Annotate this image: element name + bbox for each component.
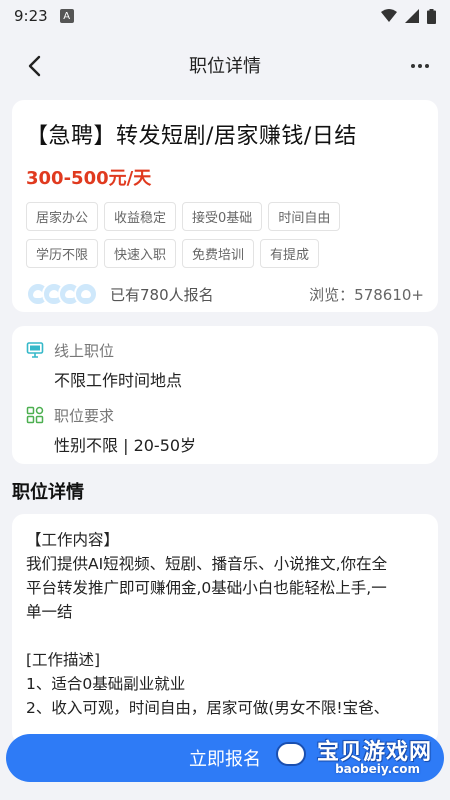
avatar: [74, 282, 98, 306]
description-line: 平台转发推广即可赚佣金,0基础小白也能轻松上手,一: [26, 579, 387, 597]
grid-apps-icon: [26, 406, 44, 424]
description-line: 单一结: [26, 603, 73, 621]
job-tag: 时间自由: [268, 202, 341, 231]
job-summary-card: 【急聘】转发短剧/居家赚钱/日结 300-500元/天 居家办公 收益稳定 接受…: [12, 100, 438, 312]
job-tag: 学历不限: [26, 239, 99, 268]
description-line: 【工作内容】: [26, 531, 120, 549]
description-line: 我们提供AI短视频、短剧、播音乐、小说推文,你在全: [26, 555, 388, 573]
requirements-item: 职位要求 性别不限 | 20-50岁: [26, 405, 424, 456]
job-tag: 有提成: [260, 239, 320, 268]
job-tag: 接受0基础: [182, 202, 263, 231]
job-tag: 居家办公: [26, 202, 99, 231]
more-dot-icon: [411, 64, 415, 68]
more-dot-icon: [425, 64, 429, 68]
section-title: 职位详情: [12, 482, 84, 503]
job-tag: 快速入职: [104, 239, 177, 268]
wifi-icon: [381, 9, 397, 22]
job-tag: 免费培训: [182, 239, 255, 268]
job-salary: 300-500元/天: [26, 168, 152, 189]
watermark-url: baobeiy.com: [335, 762, 420, 776]
description-line: 1、适合0基础副业就业: [26, 675, 186, 693]
job-title: 【急聘】转发短剧/居家赚钱/日结: [26, 124, 357, 149]
view-count: 浏览：578610+: [309, 285, 424, 304]
job-description-card: 【工作内容】 我们提供AI短视频、短剧、播音乐、小说推文,你在全 平台转发推广即…: [12, 514, 438, 744]
more-options-button[interactable]: [406, 52, 434, 80]
applicant-avatars: [26, 282, 98, 306]
work-mode-label: 线上职位: [54, 342, 115, 360]
signal-icon: [405, 9, 419, 23]
notification-a-icon: A: [59, 9, 74, 23]
monitor-icon: [26, 342, 44, 358]
status-icons: [381, 8, 436, 24]
applicant-count: 已有780人报名: [110, 285, 214, 304]
back-button[interactable]: [18, 50, 50, 82]
more-dot-icon: [418, 64, 422, 68]
job-tags: 居家办公 收益稳定 接受0基础 时间自由 学历不限 快速入职 免费培训 有提成: [26, 202, 406, 268]
job-info-card: 线上职位 不限工作时间地点 职位要求 性别不限 | 20-50岁: [12, 326, 438, 464]
gamepad-icon: [276, 742, 306, 766]
requirements-label: 职位要求: [54, 407, 115, 425]
watermark-logo: 宝贝游戏网 baobeiy.com: [272, 728, 442, 786]
work-mode-item: 线上职位 不限工作时间地点: [26, 340, 424, 391]
page-title: 职位详情: [189, 56, 261, 77]
status-bar: 9:23 A: [0, 0, 450, 32]
nav-bar: 职位详情: [0, 32, 450, 98]
work-mode-value: 不限工作时间地点: [54, 371, 183, 390]
battery-icon: [427, 8, 436, 24]
status-time: 9:23: [14, 7, 48, 25]
description-line: 2、收入可观，时间自由，居家可做(男女不限!宝爸、: [26, 699, 390, 717]
chevron-left-icon: [28, 55, 41, 77]
description-line: [工作描述]: [26, 651, 101, 669]
requirements-value: 性别不限 | 20-50岁: [54, 436, 197, 455]
job-tag: 收益稳定: [104, 202, 177, 231]
job-stats: 已有780人报名 浏览：578610+: [26, 282, 424, 306]
